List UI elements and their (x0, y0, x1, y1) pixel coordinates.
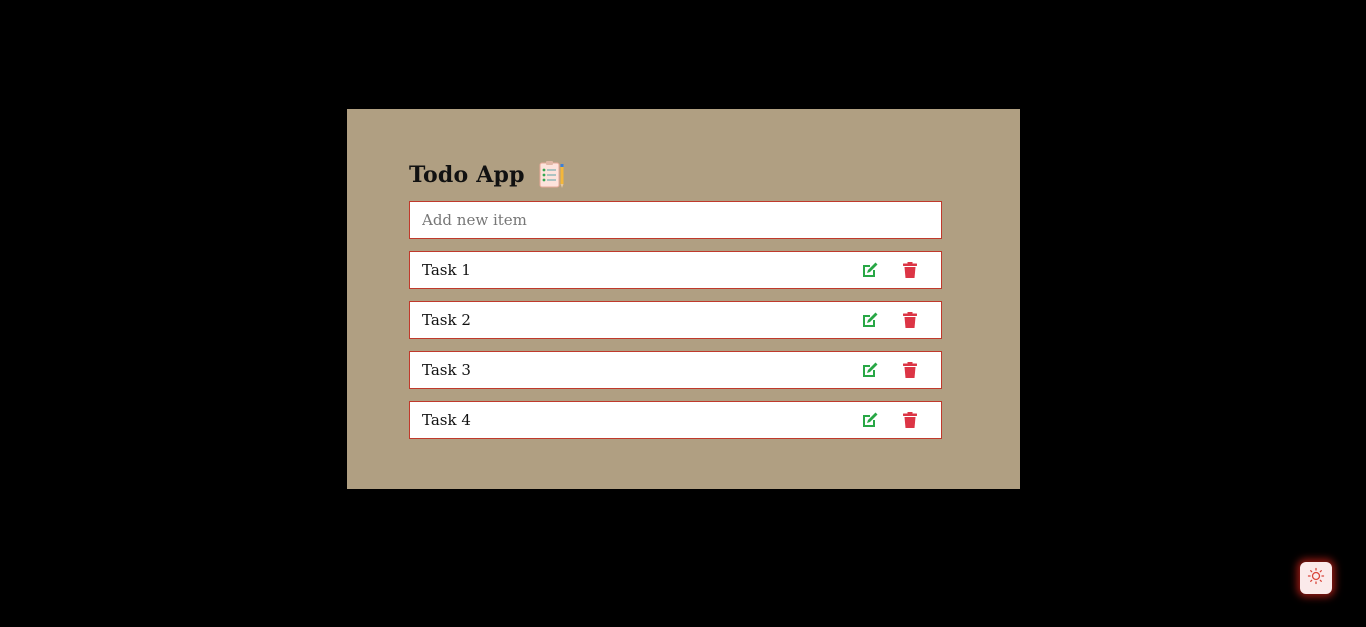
edit-icon[interactable] (860, 310, 880, 330)
todo-card: Todo App Task 1 (347, 109, 1020, 489)
item-actions (860, 410, 920, 430)
theme-toggle-button[interactable] (1300, 562, 1332, 594)
trash-icon[interactable] (900, 360, 920, 380)
task-label: Task 3 (422, 361, 471, 379)
new-item-input[interactable] (410, 202, 941, 238)
task-label: Task 2 (422, 311, 471, 329)
trash-icon[interactable] (900, 260, 920, 280)
clipboard-checklist-icon (537, 160, 567, 190)
item-actions (860, 360, 920, 380)
trash-icon[interactable] (900, 410, 920, 430)
list-item: Task 3 (409, 351, 942, 389)
edit-icon[interactable] (860, 260, 880, 280)
list-item: Task 1 (409, 251, 942, 289)
task-label: Task 4 (422, 411, 471, 429)
edit-icon[interactable] (860, 360, 880, 380)
edit-icon[interactable] (860, 410, 880, 430)
new-item-field-container (409, 201, 942, 239)
header: Todo App (409, 159, 567, 191)
app-title: Todo App (409, 162, 525, 188)
sun-icon (1307, 567, 1325, 589)
task-list: Task 1 Task 2 Task 3 Task 4 (409, 251, 942, 451)
list-item: Task 2 (409, 301, 942, 339)
trash-icon[interactable] (900, 310, 920, 330)
item-actions (860, 310, 920, 330)
list-item: Task 4 (409, 401, 942, 439)
task-label: Task 1 (422, 261, 471, 279)
item-actions (860, 260, 920, 280)
